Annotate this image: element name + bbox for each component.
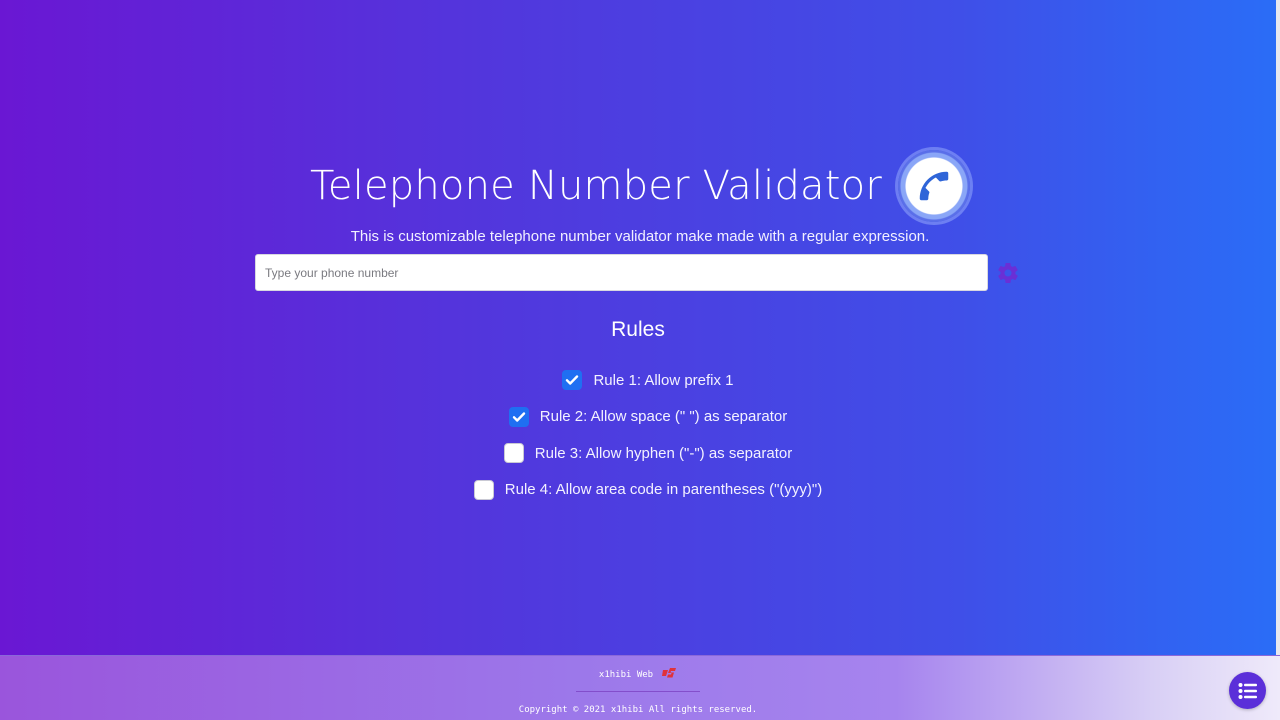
list-icon — [1238, 682, 1257, 699]
rule-2-label: Rule 2: Allow space (" ") as separator — [539, 408, 788, 426]
menu-fab-button[interactable] — [1229, 672, 1266, 709]
rule-item: Rule 4: Allow area code in parentheses (… — [0, 472, 1280, 509]
phone-input-row — [255, 254, 1035, 291]
footer-brand: x1hibi Web — [0, 667, 1276, 682]
gear-icon[interactable] — [995, 260, 1021, 286]
page-title: Telephone Number Validator — [310, 163, 882, 209]
check-icon — [512, 412, 525, 422]
vertical-scrollbar[interactable] — [1276, 0, 1280, 655]
page-subtitle: This is customizable telephone number va… — [350, 228, 930, 245]
rule-1-option[interactable]: Rule 1: Allow prefix 1 — [562, 370, 734, 391]
rule-item: Rule 2: Allow space (" ") as separator — [0, 399, 1280, 436]
rule-item: Rule 3: Allow hyphen ("-") as separator — [0, 435, 1280, 472]
rule-2-option[interactable]: Rule 2: Allow space (" ") as separator — [508, 406, 788, 427]
footer-brand-name[interactable]: x1hibi Web — [599, 670, 653, 680]
rule-4-checkbox[interactable] — [473, 479, 494, 500]
brand-logo-icon — [661, 667, 677, 682]
rules-list: Rule 1: Allow prefix 1 Rule 2: Allow spa… — [0, 362, 1280, 508]
rule-3-label: Rule 3: Allow hyphen ("-") as separator — [534, 444, 793, 462]
rule-3-checkbox[interactable] — [503, 443, 524, 464]
rule-2-checkbox[interactable] — [508, 406, 529, 427]
footer: x1hibi Web Copyright © 2021 x1hibi All r… — [0, 655, 1280, 720]
rule-1-label: Rule 1: Allow prefix 1 — [593, 371, 734, 389]
rules-heading: Rules — [611, 318, 665, 341]
check-icon — [566, 375, 579, 385]
phone-icon — [897, 150, 970, 222]
title-row: Telephone Number Validator — [0, 144, 1280, 228]
footer-divider — [576, 691, 700, 692]
rule-4-option[interactable]: Rule 4: Allow area code in parentheses (… — [473, 479, 823, 500]
main-page: Telephone Number Validator This is custo… — [0, 0, 1280, 655]
rule-item: Rule 1: Allow prefix 1 — [0, 362, 1280, 399]
rule-4-label: Rule 4: Allow area code in parentheses (… — [504, 481, 823, 499]
rule-1-checkbox[interactable] — [562, 370, 583, 391]
phone-number-input[interactable] — [255, 254, 988, 291]
rule-3-option[interactable]: Rule 3: Allow hyphen ("-") as separator — [503, 443, 793, 464]
footer-copyright: Copyright © 2021 x1hibi All rights reser… — [518, 705, 758, 715]
